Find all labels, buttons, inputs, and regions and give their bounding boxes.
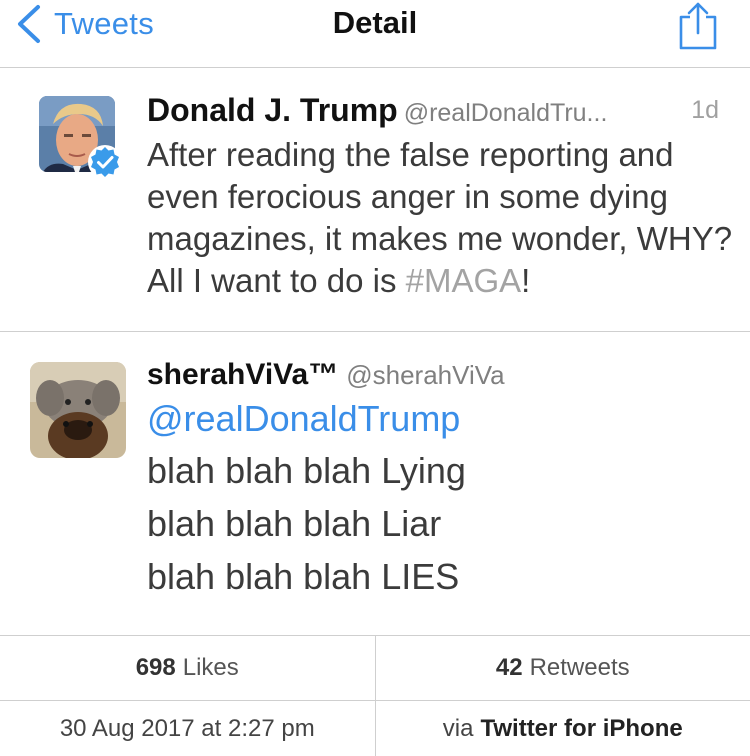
- source-app[interactable]: via Twitter for iPhone: [374, 701, 750, 756]
- likes-button[interactable]: 698 Likes: [0, 636, 375, 700]
- reply-header: sherahViVa™ @sherahViVa: [147, 358, 505, 392]
- avatar[interactable]: [39, 96, 122, 179]
- reply-tweet[interactable]: sherahViVa™ @sherahViVa @realDonaldTrump …: [0, 332, 750, 636]
- tweet-meta: 30 Aug 2017 at 2:27 pm via Twitter for iP…: [0, 701, 750, 756]
- main-tweet: Donald J. Trump @realDonaldTru... 1d Afte…: [0, 68, 750, 332]
- retweets-count: 42: [495, 654, 523, 681]
- hashtag-link[interactable]: #MAGA: [406, 262, 522, 299]
- reply-text-line: blah blah blah Lying: [147, 450, 466, 491]
- author-handle[interactable]: @realDonaldTru...: [404, 99, 608, 127]
- reply-text-line: blah blah blah LIES: [147, 556, 460, 597]
- verified-badge-icon: [88, 145, 122, 179]
- tweet-header: Donald J. Trump @realDonaldTru... 1d: [147, 92, 727, 129]
- retweets-label: Retweets: [529, 654, 630, 681]
- tweet-text: After reading the false reporting and ev…: [147, 134, 737, 302]
- tweet-time: 1d: [691, 96, 719, 124]
- via-app-name: Twitter for iPhone: [480, 714, 683, 742]
- retweets-button[interactable]: 42 Retweets: [374, 636, 750, 700]
- avatar[interactable]: [30, 362, 126, 458]
- reply-text-line: blah blah blah Liar: [147, 503, 442, 544]
- nav-bar: Tweets Detail: [0, 0, 750, 68]
- avatar-image: [30, 362, 126, 458]
- mention-link[interactable]: @realDonaldTrump: [147, 398, 460, 440]
- author-name[interactable]: Donald J. Trump: [147, 92, 398, 128]
- via-prefix: via: [442, 714, 474, 742]
- tweet-stats: 698 Likes 42 Retweets: [0, 636, 750, 701]
- timestamp: 30 Aug 2017 at 2:27 pm: [59, 714, 315, 742]
- share-icon[interactable]: [676, 2, 720, 52]
- reply-author-name[interactable]: sherahViVa™: [147, 358, 338, 391]
- likes-label: Likes: [182, 654, 239, 681]
- reply-author-handle[interactable]: @sherahViVa: [346, 360, 504, 390]
- tweet-text-end: !: [521, 262, 531, 299]
- page-title: Detail: [332, 5, 418, 40]
- likes-count: 698: [135, 654, 176, 681]
